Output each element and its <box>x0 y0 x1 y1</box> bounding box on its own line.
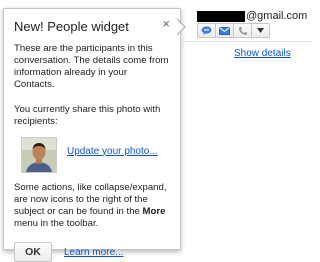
divider <box>183 41 312 42</box>
share-photo-text: You currently share this photo with reci… <box>14 104 161 127</box>
photo-row: Update your photo... <box>21 137 170 173</box>
person-photo-icon <box>22 138 56 172</box>
chat-icon <box>201 26 212 35</box>
show-details-link[interactable]: Show details <box>234 48 291 59</box>
people-actions <box>197 23 270 38</box>
email-address: @gmail.com <box>246 9 308 22</box>
more-menu-label: More <box>142 206 166 217</box>
phone-icon <box>238 26 247 35</box>
bubble-footer: OK Learn more... <box>14 242 170 262</box>
call-button[interactable] <box>233 23 252 38</box>
mail-icon <box>219 26 230 35</box>
people-widget-promo-bubble: New! People widget × These are the parti… <box>3 8 181 262</box>
ok-button[interactable]: OK <box>14 242 52 262</box>
close-icon[interactable]: × <box>162 17 170 31</box>
intro-text: These are the participants in this conve… <box>14 43 169 90</box>
bubble-title: New! People widget <box>14 19 129 34</box>
redacted-name <box>197 10 245 22</box>
dropdown-arrow-icon <box>257 28 264 33</box>
email-button[interactable] <box>215 23 234 38</box>
profile-photo <box>21 137 57 173</box>
update-photo-link[interactable]: Update your photo... <box>67 146 158 157</box>
more-actions-button[interactable] <box>251 23 270 38</box>
chat-button[interactable] <box>197 23 216 38</box>
email-row: @gmail.com <box>197 9 307 23</box>
actions-info-text: Some actions, like collapse/expand, are … <box>14 182 167 229</box>
